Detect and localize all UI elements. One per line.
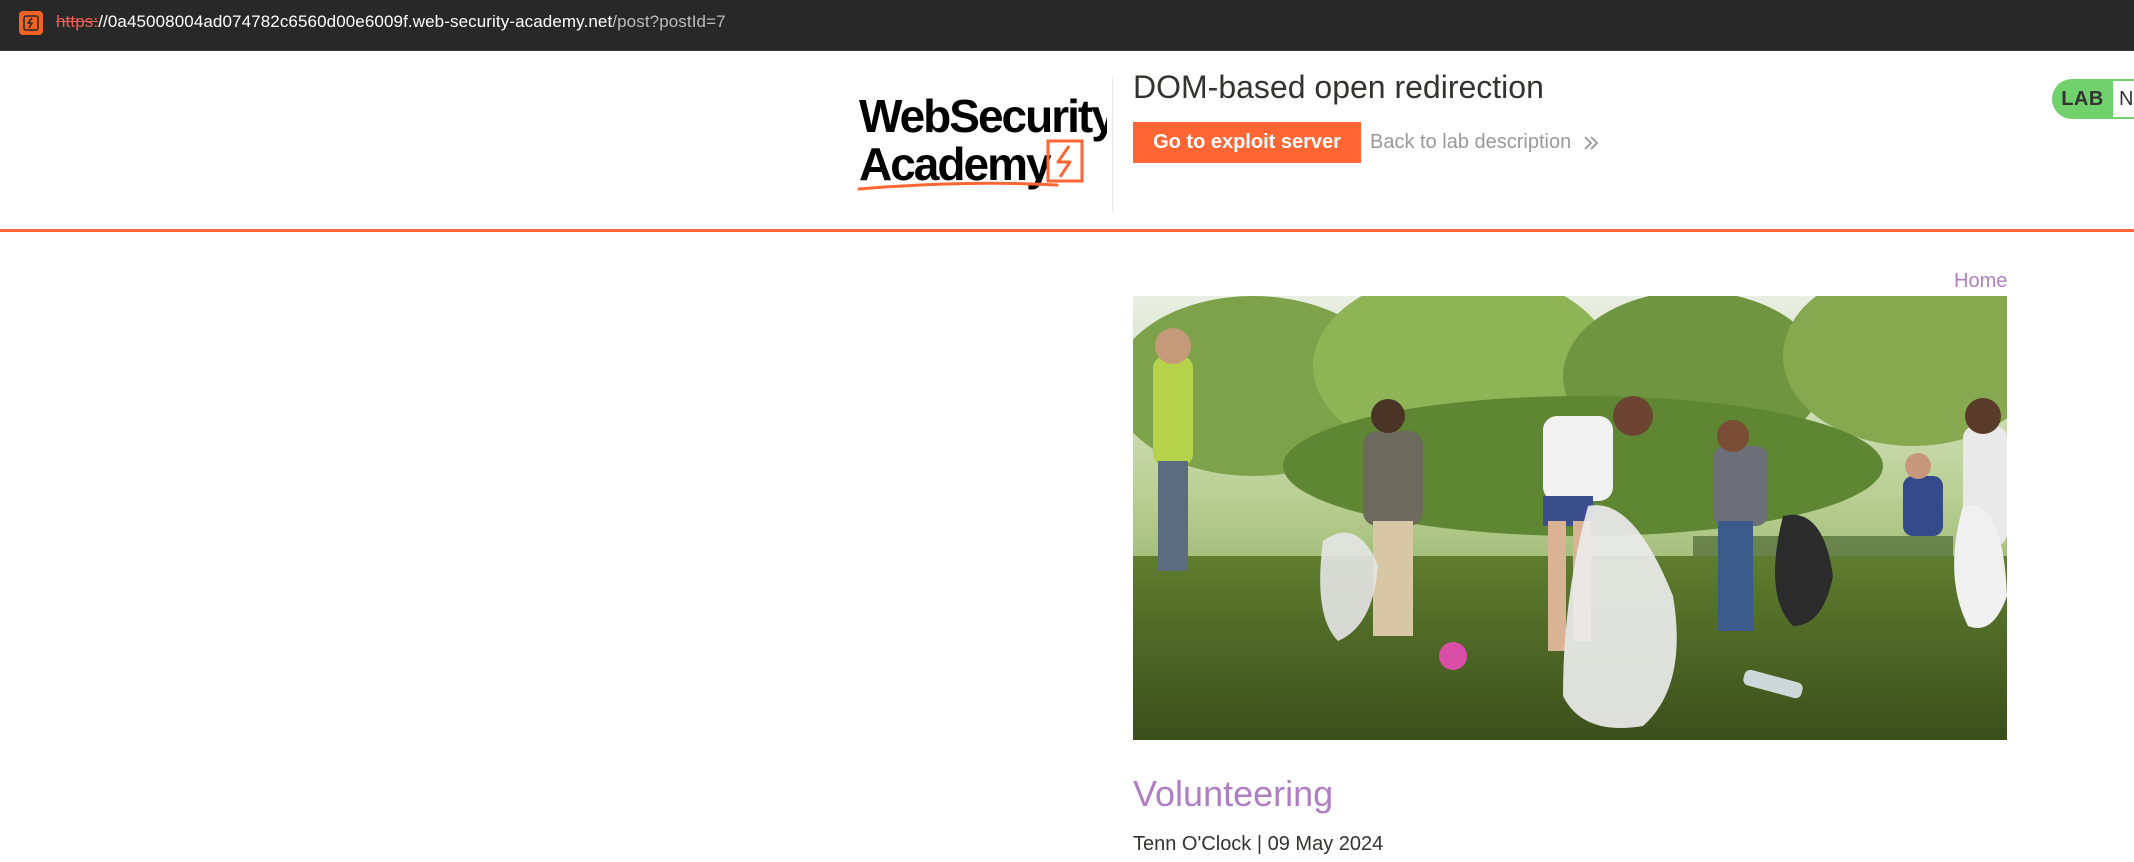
- lab-header: WebSecurity Academy DOM-based open redir…: [0, 52, 2134, 230]
- back-to-lab-description-link[interactable]: Back to lab description: [1370, 131, 1601, 154]
- home-link[interactable]: Home: [1954, 270, 2007, 293]
- post-title: Volunteering: [1133, 773, 1334, 814]
- logo-line1: WebSecurity: [859, 90, 1107, 142]
- lab-badge: LAB: [2052, 79, 2114, 119]
- url-host: //0a45008004ad074782c6560d00e6009f.web-s…: [98, 12, 613, 31]
- web-security-academy-logo[interactable]: WebSecurity Academy: [857, 72, 1119, 222]
- header-divider: [1112, 77, 1113, 212]
- lab-status-widget: LAB N: [2052, 79, 2134, 119]
- go-to-exploit-server-button[interactable]: Go to exploit server: [1133, 122, 1361, 163]
- browser-address-bar[interactable]: https://0a45008004ad074782c6560d00e6009f…: [0, 0, 2134, 51]
- header-accent-rule: [0, 229, 2134, 232]
- url-text[interactable]: https://0a45008004ad074782c6560d00e6009f…: [56, 12, 726, 32]
- portswigger-favicon-icon: [19, 11, 43, 35]
- url-scheme: https:: [56, 12, 99, 31]
- back-link-label: Back to lab description: [1370, 131, 1572, 153]
- lab-status-text: N: [2113, 79, 2134, 119]
- post-image: [1133, 296, 2007, 740]
- double-chevron-right-icon: [1584, 135, 1599, 150]
- post-author-date: Tenn O'Clock | 09 May 2024: [1133, 833, 1384, 855]
- logo-mark-icon: [1046, 139, 1084, 183]
- lab-title: DOM-based open redirection: [1133, 69, 1544, 105]
- url-path: /post?postId=7: [612, 12, 726, 31]
- volunteers-photo-icon: [1133, 296, 2007, 740]
